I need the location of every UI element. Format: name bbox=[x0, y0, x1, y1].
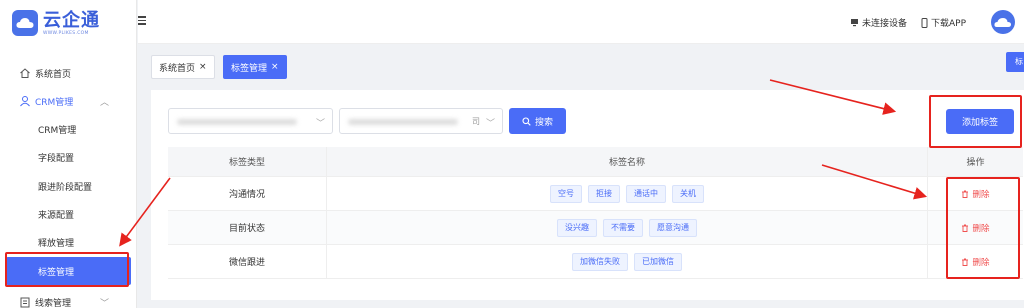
tab-home[interactable]: 系统首页 × bbox=[151, 55, 215, 79]
chevron-down-icon: ﹀ bbox=[315, 119, 325, 129]
search-button[interactable]: 搜索 bbox=[509, 108, 566, 134]
tab-label: 标签管理 bbox=[231, 63, 268, 74]
tab-tags[interactable]: 标签管理 × bbox=[223, 55, 287, 79]
tag-chip: 拒接 bbox=[588, 184, 620, 203]
logo-subtitle: WWW.PLIKES.COM bbox=[43, 30, 89, 36]
column-header: 标签名称 bbox=[327, 147, 928, 176]
filter-select-2[interactable]: 司 ﹀ bbox=[339, 108, 503, 134]
home-icon bbox=[20, 68, 30, 78]
sidebar-item-home[interactable]: 系统首页 bbox=[0, 59, 137, 87]
cloud-avatar-icon bbox=[994, 18, 1011, 27]
column-header: 标签类型 bbox=[168, 147, 327, 176]
sidebar-item-label: 系统首页 bbox=[35, 69, 72, 80]
table-row: 微信跟进 加微信失败 已加微信 删除 bbox=[168, 245, 1023, 279]
search-icon bbox=[522, 116, 531, 126]
table-row: 沟通情况 空号 拒接 通话中 关机 删除 bbox=[168, 177, 1023, 211]
sidebar-item-label: CRM管理 bbox=[38, 125, 77, 136]
download-app-link[interactable]: 下载APP bbox=[921, 16, 966, 29]
tag-chip: 通话中 bbox=[626, 184, 666, 203]
blurred-value bbox=[177, 119, 297, 125]
tag-type-cell: 目前状态 bbox=[168, 211, 327, 244]
sidebar-item-label: 释放管理 bbox=[38, 238, 75, 249]
sidebar-item-crm[interactable]: CRM管理 ︿ bbox=[0, 87, 137, 115]
logo-name: 云企通 bbox=[43, 9, 100, 31]
monitor-icon bbox=[851, 19, 858, 27]
select-value-suffix: 司 bbox=[472, 117, 480, 126]
clipboard-icon bbox=[20, 297, 30, 308]
sidebar-item-label: 来源配置 bbox=[38, 210, 75, 221]
chevron-down-icon: ﹀ bbox=[485, 119, 495, 129]
download-app-label: 下载APP bbox=[931, 19, 967, 29]
tag-names-cell: 加微信失败 已加微信 bbox=[327, 245, 928, 278]
sidebar-item-label: 字段配置 bbox=[38, 153, 75, 164]
table-row: 目前状态 没兴趣 不需要 愿意沟通 删除 bbox=[168, 211, 1023, 245]
content-card: ﹀ 司 ﹀ 搜索 添加标签 标签类型 标签名称 操作 沟通情况 空号 拒接 通话 bbox=[151, 90, 1024, 300]
avatar[interactable] bbox=[991, 10, 1015, 34]
search-label: 搜索 bbox=[534, 117, 553, 128]
tag-chip: 加微信失败 bbox=[572, 252, 628, 271]
sidebar-item-label: 跟进阶段配置 bbox=[38, 182, 93, 193]
close-icon[interactable]: × bbox=[271, 62, 279, 72]
sidebar-item-label: 线索管理 bbox=[35, 298, 72, 308]
menu-toggle-icon[interactable] bbox=[138, 16, 146, 27]
logo[interactable]: 云企通 WWW.PLIKES.COM bbox=[12, 6, 100, 40]
corner-button[interactable]: 标 bbox=[1006, 52, 1024, 72]
blurred-value bbox=[348, 119, 458, 125]
sidebar-item-source-config[interactable]: 来源配置 bbox=[0, 200, 137, 228]
device-status-label: 未连接设备 bbox=[862, 19, 908, 29]
tag-names-cell: 空号 拒接 通话中 关机 bbox=[327, 177, 928, 210]
annotation-box-delete bbox=[946, 177, 1020, 279]
chevron-up-icon: ︿ bbox=[99, 97, 109, 108]
annotation-box-add bbox=[929, 95, 1022, 148]
tag-chip: 空号 bbox=[550, 184, 582, 203]
tag-names-cell: 没兴趣 不需要 愿意沟通 bbox=[327, 211, 928, 244]
sidebar-item-crm-manage[interactable]: CRM管理 bbox=[0, 115, 137, 143]
table-header-row: 标签类型 标签名称 操作 bbox=[168, 147, 1023, 177]
tag-type-cell: 微信跟进 bbox=[168, 245, 327, 278]
cloud-logo-icon bbox=[12, 10, 38, 36]
user-icon bbox=[20, 96, 30, 107]
tag-chip: 没兴趣 bbox=[557, 218, 597, 237]
tag-chip: 关机 bbox=[672, 184, 704, 203]
chevron-down-icon: ﹀ bbox=[99, 298, 109, 308]
sidebar-item-leads[interactable]: 线索管理 ﹀ bbox=[0, 288, 137, 308]
device-status[interactable]: 未连接设备 bbox=[850, 16, 907, 29]
tags-table: 标签类型 标签名称 操作 沟通情况 空号 拒接 通话中 关机 删除 目前状态 没… bbox=[168, 147, 1023, 279]
top-header: 未连接设备 下载APP bbox=[138, 0, 1024, 44]
tag-chip: 愿意沟通 bbox=[649, 218, 697, 237]
sidebar-item-stage-config[interactable]: 跟进阶段配置 bbox=[0, 172, 137, 200]
filter-select-1[interactable]: ﹀ bbox=[168, 108, 333, 134]
close-icon[interactable]: × bbox=[199, 62, 207, 72]
phone-icon bbox=[921, 17, 928, 28]
column-header: 操作 bbox=[966, 158, 985, 168]
tag-chip: 已加微信 bbox=[634, 252, 682, 271]
tab-label: 系统首页 bbox=[159, 63, 196, 74]
sidebar-item-label: CRM管理 bbox=[35, 97, 74, 108]
sidebar-item-field-config[interactable]: 字段配置 bbox=[0, 143, 137, 171]
tag-chip: 不需要 bbox=[603, 218, 643, 237]
annotation-box-sidebar bbox=[5, 252, 129, 287]
tag-type-cell: 沟通情况 bbox=[168, 177, 327, 210]
